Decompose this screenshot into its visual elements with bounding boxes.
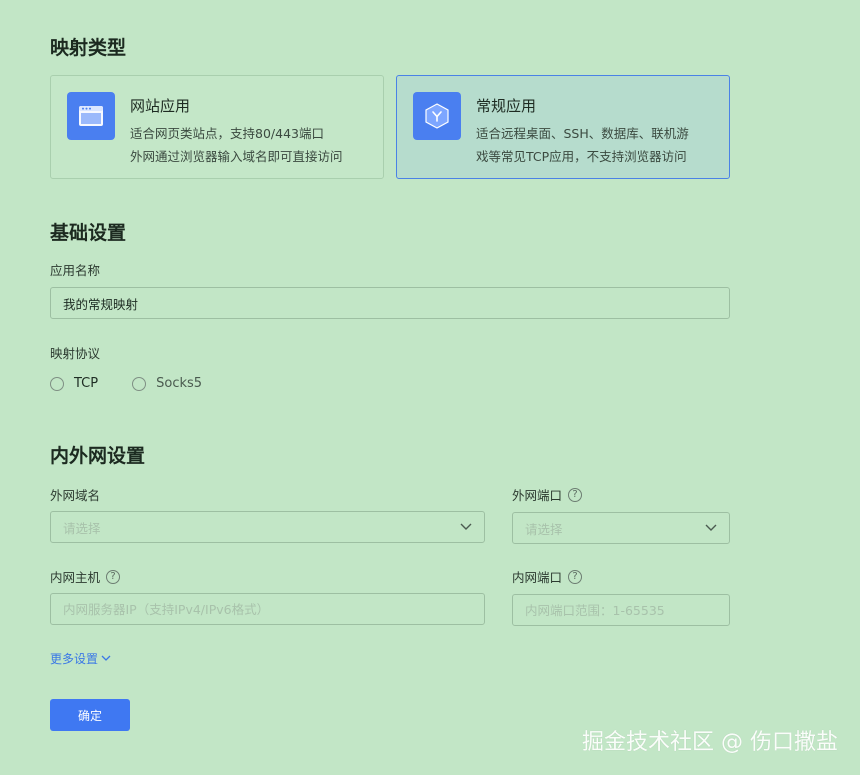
protocol-label-text: 映射协议: [50, 346, 101, 361]
watermark: 掘金技术社区 @ 伤口撒盐: [582, 730, 838, 755]
ext-port-label: 外网端口 ?: [512, 485, 583, 504]
basic-settings-title: 基础设置: [50, 222, 127, 244]
int-port-input[interactable]: [512, 594, 730, 626]
question-icon[interactable]: ?: [568, 487, 583, 502]
cube-icon: [413, 92, 461, 140]
protocol-radio-group: TCP Socks5: [50, 376, 202, 391]
confirm-button[interactable]: 确定: [50, 699, 130, 731]
question-icon[interactable]: ?: [568, 569, 583, 584]
more-settings-link[interactable]: 更多设置: [50, 650, 111, 667]
website-app-title: 网站应用: [130, 97, 191, 115]
protocol-radio-tcp[interactable]: TCP: [50, 376, 98, 391]
chevron-down-icon: [705, 524, 717, 531]
int-host-input[interactable]: [50, 593, 485, 625]
chevron-down-icon: [460, 523, 472, 530]
app-name-label-text: 应用名称: [50, 263, 101, 278]
radio-label-tcp: TCP: [74, 376, 99, 391]
ext-port-placeholder: 请选择: [525, 521, 563, 537]
int-port-label: 内网端口 ?: [512, 567, 583, 586]
ext-port-label-text: 外网端口: [512, 488, 563, 503]
chevron-down-icon: [101, 655, 111, 661]
ext-port-select[interactable]: 请选择: [512, 512, 730, 544]
network-settings-title: 内外网设置: [50, 445, 146, 467]
radio-circle-icon: [50, 376, 64, 391]
int-port-label-text: 内网端口: [512, 570, 563, 585]
ext-domain-label-text: 外网域名: [50, 488, 101, 503]
int-host-label: 内网主机 ?: [50, 567, 121, 586]
website-app-desc-line1: 适合网页类站点，支持80/443端口: [130, 126, 324, 141]
website-app-desc-line2: 外网通过浏览器输入域名即可直接访问: [130, 149, 343, 164]
protocol-radio-socks5[interactable]: Socks5: [132, 376, 202, 391]
more-settings-text: 更多设置: [50, 652, 99, 666]
mapping-type-title: 映射类型: [50, 37, 127, 59]
int-host-label-text: 内网主机: [50, 570, 101, 585]
browser-window-icon: [67, 92, 115, 140]
website-app-card[interactable]: 网站应用 适合网页类站点，支持80/443端口 外网通过浏览器输入域名即可直接访…: [50, 75, 384, 179]
regular-app-title: 常规应用: [476, 97, 537, 115]
question-icon[interactable]: ?: [106, 569, 121, 584]
ext-domain-select[interactable]: 请选择: [50, 511, 485, 543]
app-name-input[interactable]: [50, 287, 730, 319]
regular-app-desc-line1: 适合远程桌面、SSH、数据库、联机游: [476, 126, 689, 141]
radio-label-socks5: Socks5: [156, 376, 203, 391]
regular-app-desc-line2: 戏等常见TCP应用，不支持浏览器访问: [476, 149, 687, 164]
radio-circle-icon: [132, 376, 147, 391]
ext-domain-label: 外网域名: [50, 485, 100, 504]
ext-domain-placeholder: 请选择: [63, 520, 101, 536]
protocol-label: 映射协议: [50, 343, 100, 362]
app-name-label: 应用名称: [50, 260, 100, 279]
regular-app-card[interactable]: 常规应用 适合远程桌面、SSH、数据库、联机游 戏等常见TCP应用，不支持浏览器…: [396, 75, 730, 179]
